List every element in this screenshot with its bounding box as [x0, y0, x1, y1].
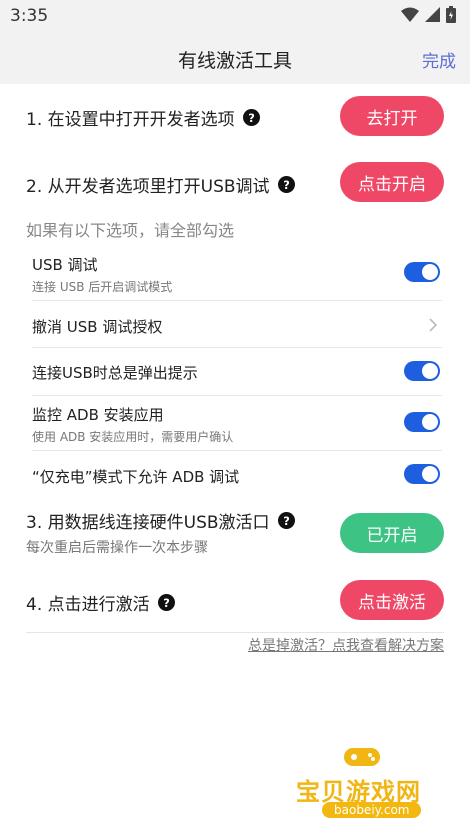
- usb-prompt-toggle[interactable]: [404, 361, 440, 381]
- divider: [32, 395, 442, 396]
- usb-port-enabled-button[interactable]: 已开启: [340, 513, 444, 553]
- step-3-label: 3. 用数据线连接硬件USB激活口: [26, 513, 270, 533]
- usb-debug-toggle[interactable]: [404, 262, 440, 282]
- divider: [32, 300, 442, 301]
- option-charge-only-adb: “仅充电”模式下允许 ADB 调试: [32, 466, 444, 487]
- step-3-note: 每次重启后需操作一次本步骤: [26, 540, 208, 556]
- option-title: USB 调试: [32, 256, 98, 274]
- done-button[interactable]: 完成: [422, 47, 456, 72]
- toggle-knob: [422, 466, 438, 482]
- chevron-right-icon: [429, 318, 438, 332]
- status-icons: [401, 6, 456, 23]
- divider: [32, 450, 442, 451]
- enable-usb-debug-button[interactable]: 点击开启: [340, 162, 444, 202]
- open-developer-options-button[interactable]: 去打开: [340, 96, 444, 136]
- page-title: 有线激活工具: [177, 50, 292, 72]
- status-time: 3:35: [10, 6, 49, 26]
- watermark-url: baobeiy.com: [322, 802, 422, 818]
- option-title: 监控 ADB 安装应用: [32, 406, 164, 424]
- divider: [32, 347, 442, 348]
- help-icon[interactable]: ?: [277, 512, 295, 529]
- top-bar: 有线激活工具 完成: [0, 34, 470, 84]
- watermark-logo: 宝贝游戏网 baobeiy.com: [286, 742, 452, 832]
- step-4-label: 4. 点击进行激活: [26, 595, 150, 615]
- options-hint: 如果有以下选项，请全部勾选: [26, 221, 235, 240]
- divider: [26, 632, 444, 633]
- option-subtitle: 连接 USB 后开启调试模式: [32, 280, 173, 294]
- step-3: 3. 用数据线连接硬件USB激活口 ?: [26, 508, 295, 533]
- charge-only-adb-toggle[interactable]: [404, 464, 440, 484]
- option-usb-prompt: 连接USB时总是弹出提示: [32, 362, 444, 383]
- option-title: “仅充电”模式下允许 ADB 调试: [32, 468, 240, 486]
- svg-text:?: ?: [283, 178, 290, 192]
- option-title: 连接USB时总是弹出提示: [32, 364, 198, 382]
- help-icon[interactable]: ?: [277, 176, 295, 193]
- adb-install-monitor-toggle[interactable]: [404, 412, 440, 432]
- option-usb-debug: USB 调试 连接 USB 后开启调试模式: [32, 254, 444, 295]
- troubleshoot-link[interactable]: 总是掉激活？点我查看解决方案: [248, 635, 444, 655]
- signal-icon: [425, 7, 440, 22]
- svg-text:?: ?: [283, 514, 290, 528]
- step-1: 1. 在设置中打开开发者选项 ?: [26, 105, 260, 130]
- option-subtitle: 使用 ADB 安装应用时，需要用户确认: [32, 430, 234, 444]
- step-2: 2. 从开发者选项里打开USB调试 ?: [26, 172, 295, 197]
- step-1-label: 1. 在设置中打开开发者选项: [26, 110, 235, 130]
- option-title: 撤消 USB 调试授权: [32, 318, 163, 336]
- help-icon[interactable]: ?: [242, 109, 260, 126]
- activate-button[interactable]: 点击激活: [340, 580, 444, 620]
- toggle-knob: [422, 414, 438, 430]
- step-4: 4. 点击进行激活 ?: [26, 590, 175, 615]
- wifi-icon: [401, 7, 419, 22]
- option-adb-install-monitor: 监控 ADB 安装应用 使用 ADB 安装应用时，需要用户确认: [32, 404, 444, 445]
- svg-text:?: ?: [248, 111, 255, 125]
- toggle-knob: [422, 264, 438, 280]
- option-revoke-usb-auth[interactable]: 撤消 USB 调试授权: [32, 316, 444, 337]
- battery-icon: [446, 6, 456, 23]
- toggle-knob: [422, 363, 438, 379]
- step-2-label: 2. 从开发者选项里打开USB调试: [26, 177, 270, 197]
- status-bar: 3:35: [0, 0, 470, 34]
- gamepad-icon: [344, 748, 380, 766]
- svg-text:?: ?: [163, 596, 170, 610]
- help-icon[interactable]: ?: [157, 594, 175, 611]
